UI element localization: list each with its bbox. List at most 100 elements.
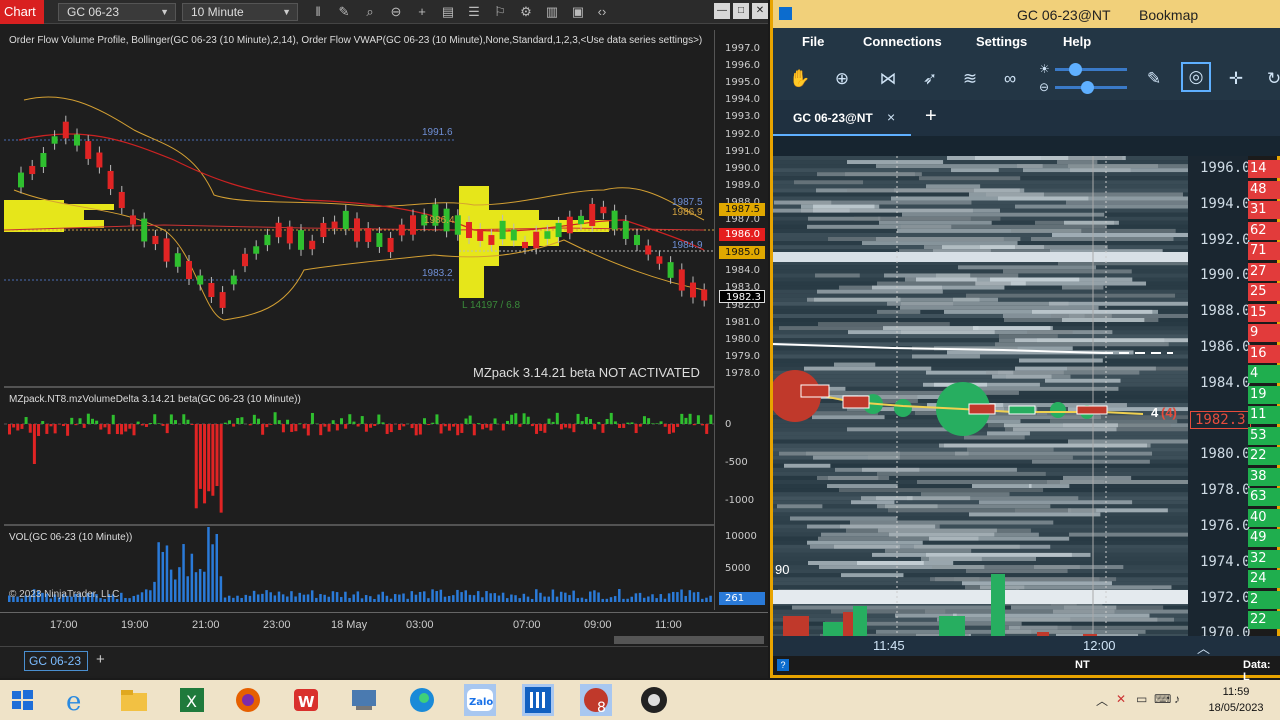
candle-body: [690, 282, 696, 298]
battery-icon[interactable]: ▭: [1136, 692, 1147, 706]
minimize-icon[interactable]: —: [714, 3, 730, 19]
add-tab-button[interactable]: +: [96, 651, 105, 668]
strategy-icon[interactable]: ⚐: [492, 4, 508, 20]
contrast-slider[interactable]: [1055, 81, 1127, 94]
screenshot-icon[interactable]: ▣: [570, 4, 586, 20]
menu-file[interactable]: File: [802, 34, 824, 49]
layers-icon[interactable]: ≋: [959, 68, 981, 90]
zoom-fit-icon[interactable]: ⊕: [831, 68, 853, 90]
liquidity-band: [879, 220, 992, 225]
instrument-select[interactable]: GC 06-23 ▼: [58, 3, 176, 21]
obs-icon[interactable]: [638, 684, 670, 716]
delta-bar: [111, 414, 115, 424]
hand-icon[interactable]: ✋: [789, 68, 811, 90]
candle-body: [566, 216, 573, 234]
heatmap[interactable]: 90 4 (4): [773, 156, 1188, 642]
chart-label[interactable]: Chart: [0, 0, 44, 24]
wps-office-icon[interactable]: W: [290, 684, 322, 716]
firefox-icon[interactable]: [232, 684, 264, 716]
internet-explorer-icon[interactable]: e: [60, 684, 92, 717]
liquidity-band: [1063, 475, 1132, 480]
slider-thumb[interactable]: [1081, 81, 1094, 94]
link-icon[interactable]: ∞: [999, 68, 1021, 90]
delta-bar: [696, 415, 700, 424]
indicator-icon[interactable]: ⚙: [518, 4, 534, 20]
back-arrow-icon[interactable]: ‹›: [594, 4, 610, 20]
zoom-icon[interactable]: ⌕: [362, 4, 378, 20]
maximize-icon[interactable]: □: [733, 3, 749, 19]
properties-icon[interactable]: ☰: [466, 4, 482, 20]
rocket-icon[interactable]: ➶: [919, 68, 941, 90]
price-axis[interactable]: 1997.0 1996.0 1995.0 1994.0 1993.0 1992.0 1991…: [714, 30, 766, 610]
brightness-icon: ☀: [1039, 62, 1050, 76]
windows-start-icon[interactable]: [6, 684, 38, 716]
keyboard-icon[interactable]: ⌨: [1154, 692, 1171, 706]
delta-bar: [340, 418, 343, 424]
slider-thumb[interactable]: [1069, 63, 1082, 76]
bookmap-price-axis[interactable]: 1996.0 1994.0 1992.0 1990.0 1988.0 1986.0 1984…: [1188, 156, 1251, 642]
ninjatrader-taskbar-icon[interactable]: 8: [580, 684, 612, 716]
speaker-icon[interactable]: ♪: [1174, 692, 1180, 706]
interval-select[interactable]: 10 Minute ▼: [182, 3, 298, 21]
delta-bar: [153, 414, 157, 424]
chart-trader-icon[interactable]: ▥: [544, 4, 560, 20]
liquidity-band: [900, 305, 1099, 310]
candle-body: [533, 231, 540, 249]
volume-bar: [539, 592, 542, 602]
volume-bar: [315, 597, 318, 602]
network-error-icon[interactable]: ✕: [1116, 692, 1126, 706]
horizontal-scrollbar[interactable]: [614, 636, 764, 644]
liquidity-band: [962, 581, 1112, 586]
candle-body: [634, 234, 640, 246]
brightness-slider[interactable]: [1055, 63, 1127, 76]
tab-gc-06-23-nt[interactable]: GC 06-23@NT ×: [773, 100, 911, 136]
liquidity-band: [1020, 625, 1188, 630]
menu-connections[interactable]: Connections: [863, 34, 942, 49]
zalo-icon[interactable]: Zalo: [464, 684, 496, 716]
chat-icon[interactable]: ◎: [1181, 62, 1211, 92]
close-tab-icon[interactable]: ×: [887, 109, 895, 125]
ask-size-cell: 25: [1248, 283, 1280, 301]
delta-bar: [186, 419, 190, 424]
refresh-icon[interactable]: ↻: [1263, 68, 1280, 90]
price-chart[interactable]: [4, 30, 714, 610]
network-app-icon[interactable]: [348, 684, 380, 716]
close-icon[interactable]: ✕: [752, 3, 768, 19]
edge-icon[interactable]: [406, 684, 438, 716]
app-name: Bookmap: [1139, 7, 1199, 23]
add-tab-button[interactable]: +: [925, 105, 937, 128]
candle-body: [376, 233, 383, 247]
bar-type-icon[interactable]: ‖: [310, 4, 326, 20]
crosshair-icon[interactable]: +: [414, 4, 430, 20]
tab-gc-06-23[interactable]: GC 06-23: [24, 651, 88, 671]
clock-time[interactable]: 11:59: [1206, 686, 1266, 698]
volume-bar: [609, 597, 613, 602]
heatmap-row: [773, 463, 1188, 468]
liquidity-band: [1003, 617, 1175, 622]
share-icon[interactable]: ⋈: [877, 68, 899, 90]
volume-bar: [207, 527, 210, 602]
zoom-out-icon[interactable]: ⊖: [388, 4, 404, 20]
draw-pencil-icon[interactable]: ✎: [336, 4, 352, 20]
volume-bar: [584, 598, 588, 602]
delta-bar: [182, 414, 186, 424]
delta-bar: [61, 424, 65, 427]
pencil-icon[interactable]: ✎: [1143, 68, 1165, 90]
bookmap-price-label: 1994.0: [1200, 195, 1251, 212]
crosshair-icon[interactable]: ✛: [1225, 68, 1247, 90]
excel-icon[interactable]: X: [176, 684, 208, 716]
file-explorer-icon[interactable]: [118, 684, 150, 716]
menu-settings[interactable]: Settings: [976, 34, 1027, 49]
volume-bar: [331, 591, 335, 602]
data-box-icon[interactable]: ▤: [440, 4, 456, 20]
show-hidden-icons-icon[interactable]: ︿: [1096, 692, 1108, 709]
clock-date[interactable]: 18/05/2023: [1206, 702, 1266, 714]
menu-help[interactable]: Help: [1063, 34, 1091, 49]
help-icon[interactable]: ?: [777, 659, 789, 671]
ask-size-cell: 27: [1248, 262, 1280, 281]
liquidity-band: [1015, 204, 1188, 209]
bookmap-taskbar-icon[interactable]: [522, 684, 554, 716]
delta-bar: [526, 416, 530, 424]
time-axis[interactable]: 17:00 19:00 21:00 23:00 18 May 03:00 07:…: [0, 612, 768, 634]
chevron-up-icon[interactable]: ︿: [1197, 638, 1210, 657]
